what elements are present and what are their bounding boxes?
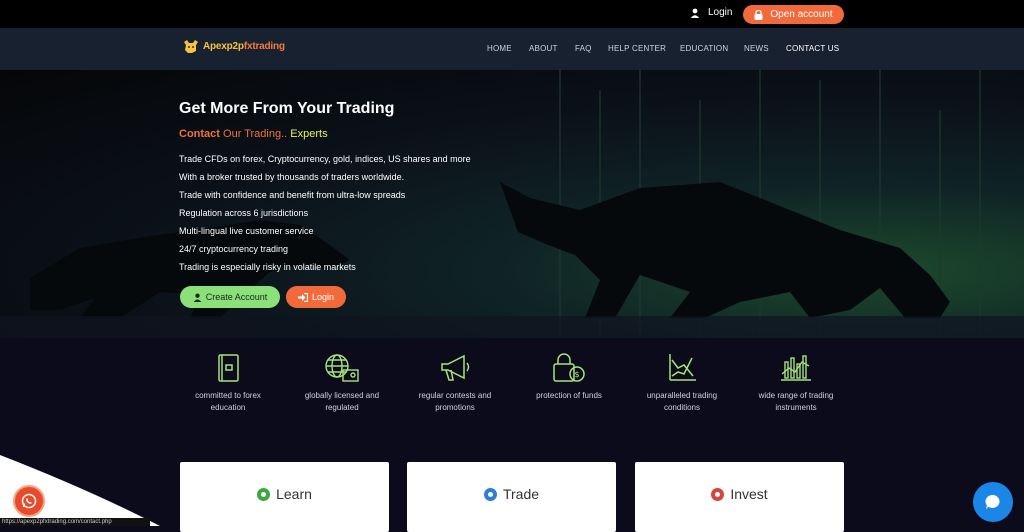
nav-contact-us[interactable]: CONTACT US <box>786 44 839 53</box>
hero-title: Get More From Your Trading <box>179 100 395 117</box>
create-account-label: Create Account <box>205 292 268 302</box>
feature-label: regulated <box>325 403 359 412</box>
open-account-button[interactable]: Open account <box>743 5 844 24</box>
feature-item: $ protection of funds <box>514 352 624 402</box>
growth-chart-icon <box>669 354 696 381</box>
top-login-link[interactable]: Login <box>690 7 732 18</box>
navbar: Apexp2pfxtrading HOME ABOUT FAQ HELP CEN… <box>0 28 1024 70</box>
feature-label: conditions <box>663 403 701 412</box>
hero-line: Trade CFDs on forex, Cryptocurrency, gol… <box>179 154 471 164</box>
nav-faq[interactable]: FAQ <box>575 44 592 53</box>
feature-label: regular contests and <box>418 391 492 400</box>
user-icon <box>193 293 201 302</box>
feature-label: committed to forex <box>195 391 261 400</box>
learn-card[interactable]: Learn <box>180 462 389 532</box>
hero-line: Multi-lingual live customer service <box>179 226 314 236</box>
create-account-button[interactable]: Create Account <box>180 286 280 308</box>
card-title: Trade <box>502 486 540 502</box>
nav-education[interactable]: EDUCATION <box>680 44 728 53</box>
feature-label: education <box>210 403 246 412</box>
trade-card[interactable]: Trade <box>407 462 616 532</box>
nav-home[interactable]: HOME <box>487 44 512 53</box>
site-logo[interactable]: Apexp2pfxtrading <box>182 37 285 55</box>
feature-item: committed to forex education <box>173 352 283 414</box>
globe-certificate-icon <box>325 354 359 382</box>
nav-news[interactable]: NEWS <box>744 44 769 53</box>
top-login-label: Login <box>708 7 733 18</box>
circle-dot-icon <box>483 487 497 501</box>
nav-help-center[interactable]: HELP CENTER <box>608 44 666 53</box>
hero-line: 24/7 cryptocurrency trading <box>179 244 289 254</box>
logo-text-part1: Apexp2p <box>203 40 244 52</box>
megaphone-icon <box>441 354 470 381</box>
bull-and-bear-illustration <box>0 70 1024 338</box>
hero-line: Regulation across 6 jurisdictions <box>179 208 309 218</box>
feature-item: wide range of trading instruments <box>741 352 851 414</box>
sign-in-icon <box>297 292 308 302</box>
hero-subtitle: Contact Our Trading.. Experts <box>179 128 328 140</box>
subtitle-trading: Our Trading.. <box>223 128 288 140</box>
card-title: Learn <box>276 486 312 502</box>
hero-banner <box>0 70 1024 338</box>
feature-item: regular contests and promotions <box>400 352 510 414</box>
svg-text:$: $ <box>575 370 580 379</box>
subtitle-experts: Experts <box>290 128 328 140</box>
book-icon <box>218 354 239 382</box>
status-bar-url: https://apexp2pfxtrading.com/contact.php <box>0 518 150 526</box>
hero-line: Trade with confidence and benefit from u… <box>179 190 406 200</box>
card-title: Invest <box>730 486 768 502</box>
circle-dot-icon <box>711 487 725 501</box>
feature-item: unparalleled trading conditions <box>627 352 737 414</box>
subtitle-contact: Contact <box>179 128 220 140</box>
feature-item: globally licensed and regulated <box>287 352 397 414</box>
top-bar: Login Open account <box>0 0 1024 28</box>
chat-bubble-icon <box>985 494 1000 509</box>
chat-button[interactable] <box>973 482 1013 522</box>
hero-login-button[interactable]: Login <box>286 286 346 308</box>
nav-about[interactable]: ABOUT <box>529 44 558 53</box>
money-lock-icon: $ <box>553 353 585 382</box>
feature-label: instruments <box>775 403 817 412</box>
open-account-label: Open account <box>770 9 833 20</box>
hero-line: Trading is especially risky in volatile … <box>179 262 356 272</box>
feature-label: promotions <box>435 403 475 412</box>
lock-icon <box>754 9 763 20</box>
instruments-chart-icon <box>781 355 811 381</box>
feature-label: wide range of trading <box>758 391 834 400</box>
bull-logo-icon <box>184 40 198 53</box>
feature-label: unparalleled trading <box>646 391 718 400</box>
hero-login-label: Login <box>311 292 335 302</box>
whatsapp-icon <box>21 493 37 509</box>
feature-label: protection of funds <box>536 391 602 400</box>
whatsapp-button[interactable] <box>13 485 45 517</box>
invest-card[interactable]: Invest <box>635 462 844 532</box>
user-icon <box>690 8 700 18</box>
hero-line: With a broker trusted by thousands of tr… <box>179 172 405 182</box>
circle-dot-icon <box>257 487 271 501</box>
feature-label: globally licensed and <box>304 391 380 400</box>
logo-text-part2: fxtrading <box>243 40 285 52</box>
